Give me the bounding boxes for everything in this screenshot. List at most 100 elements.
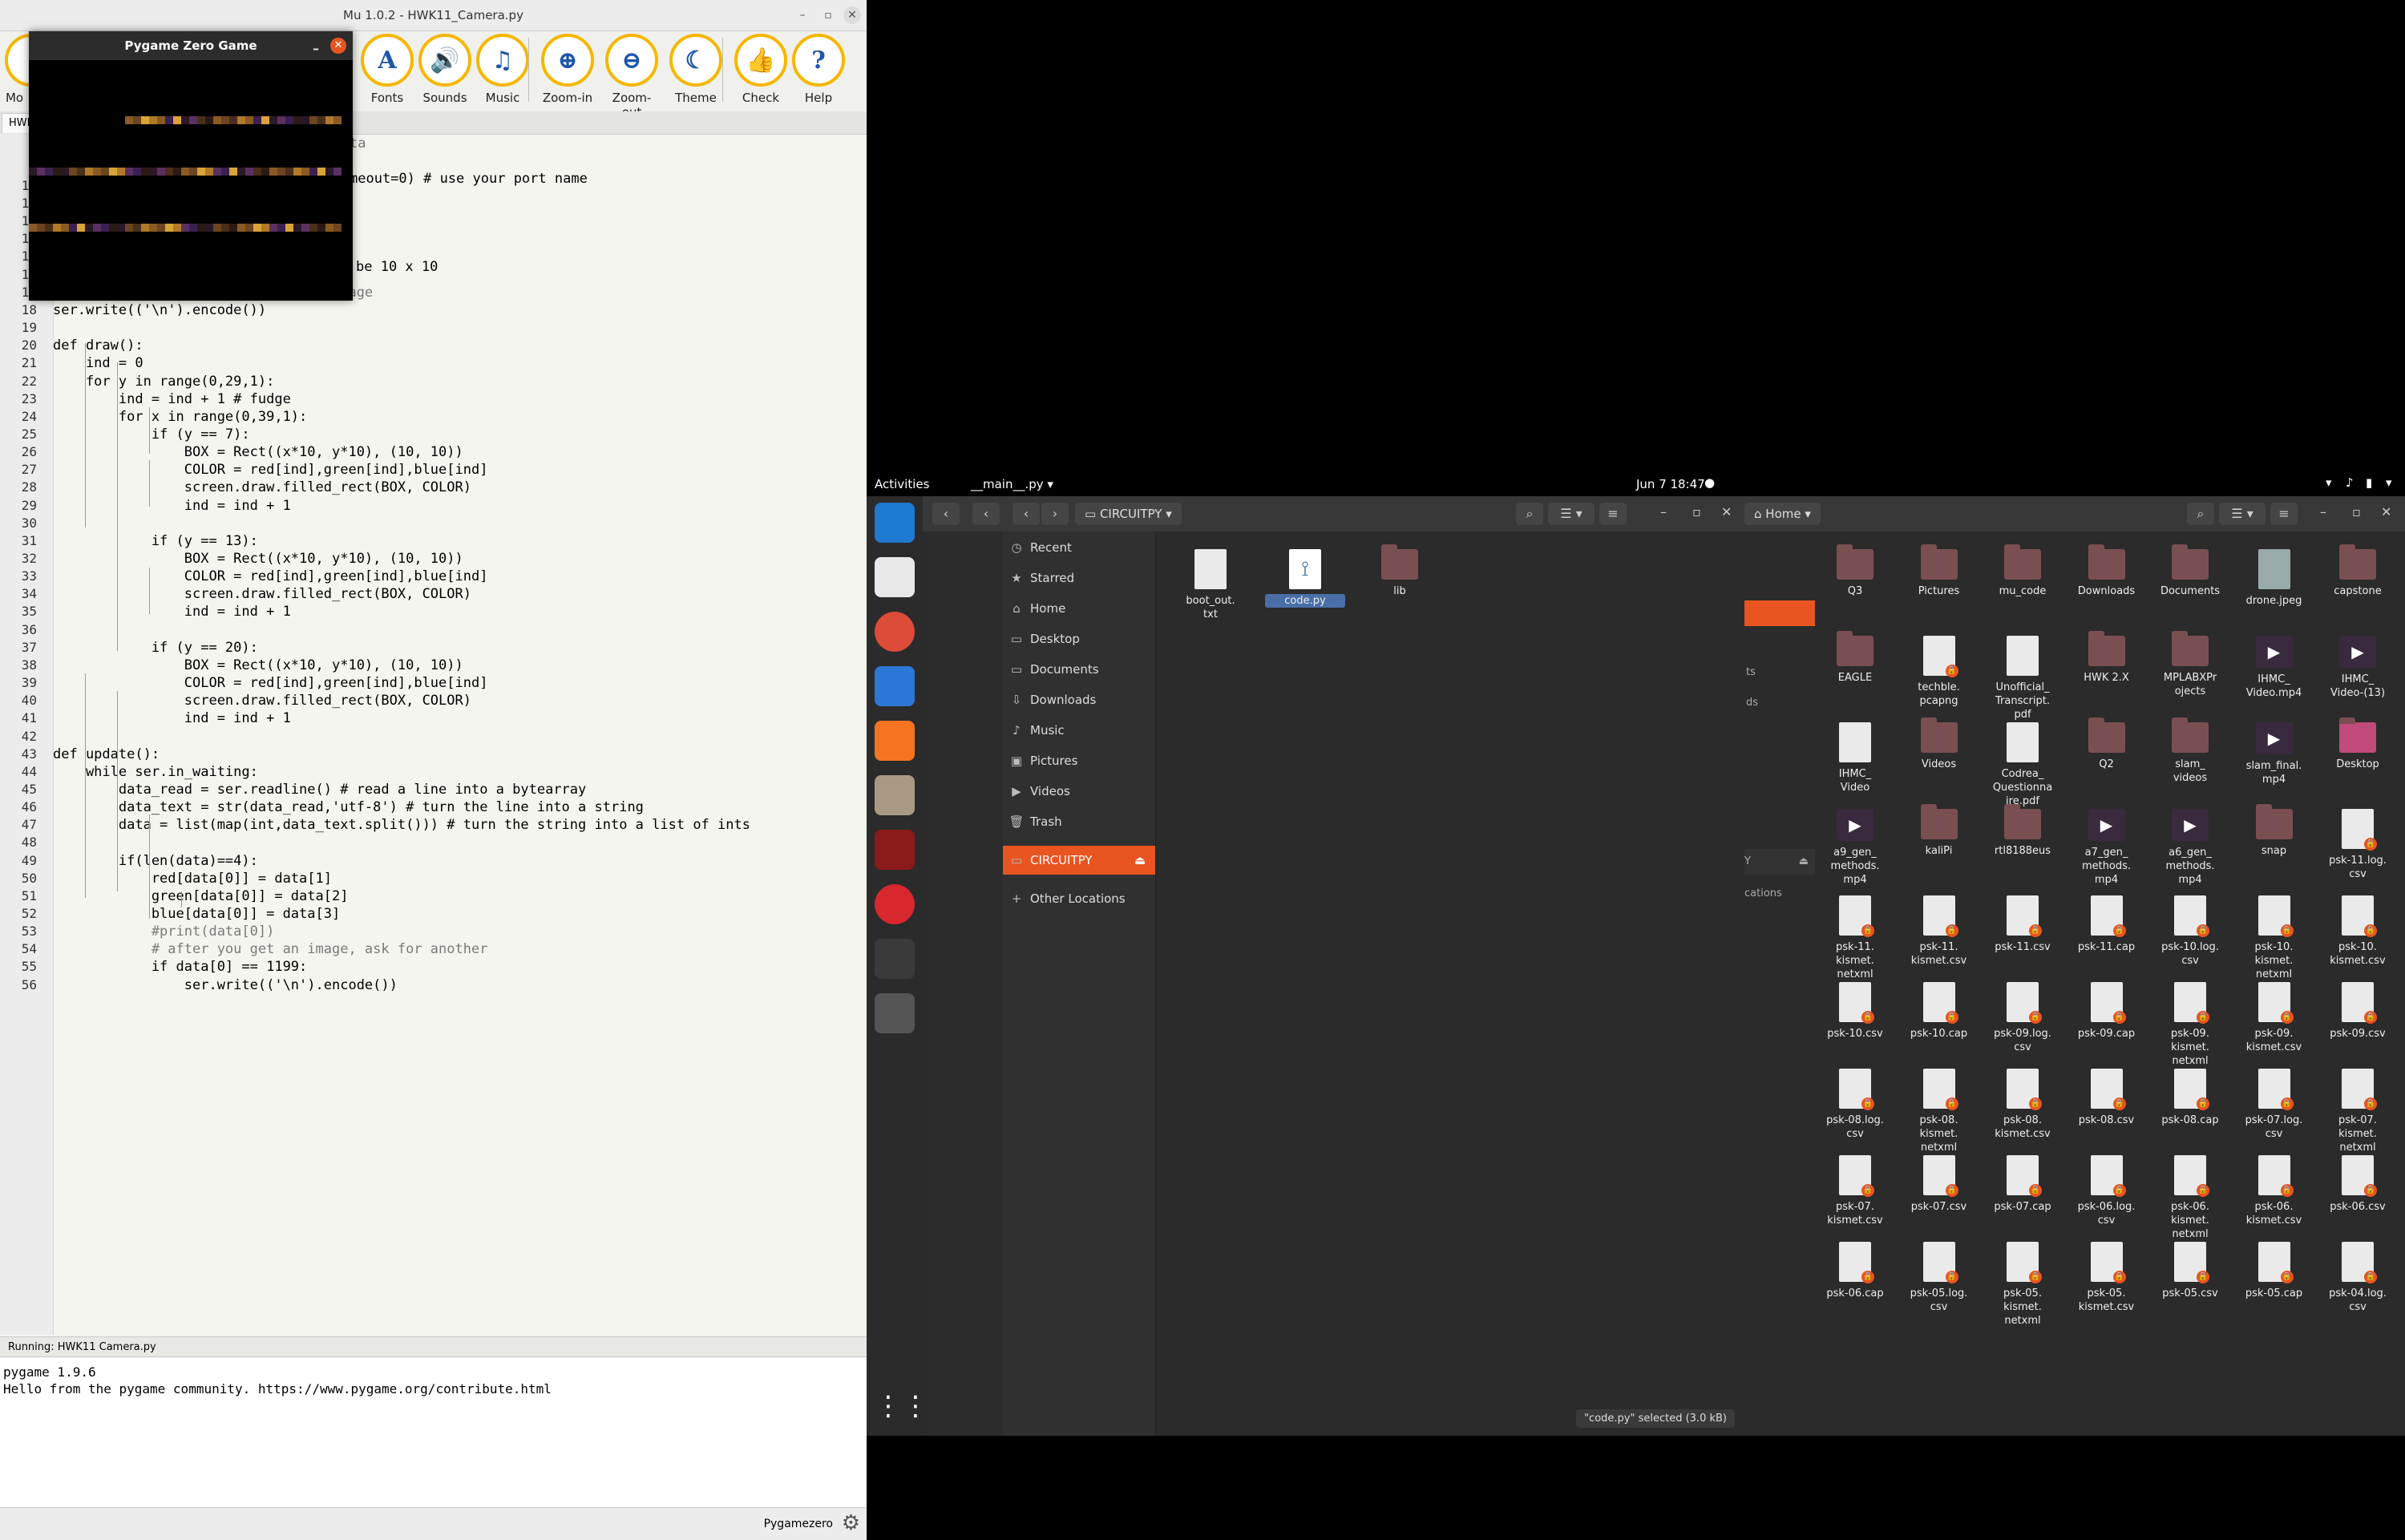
location-bar[interactable]: ⌂ Home ▾ <box>1744 503 1821 525</box>
sidebar-item-home[interactable]: ⌂ Home <box>1003 594 1155 623</box>
files-content[interactable]: Q3 Pictures mu_code Downloads Documents drone… <box>1815 532 2405 1436</box>
menu-icon[interactable]: ≡ <box>1599 503 1627 525</box>
file-item[interactable]: Videos <box>1899 717 1979 771</box>
file-item[interactable]: ▶ IHMC_ Video-(13) <box>2318 636 2398 700</box>
pygame-window[interactable]: Pygame Zero Game – ✕ <box>29 31 353 301</box>
sidebar-item-circuitpy[interactable]: ▭ CIRCUITPY ⏏ <box>1003 846 1155 875</box>
menu-icon[interactable]: ≡ <box>2270 503 2298 525</box>
volume-icon[interactable]: ♪ <box>2346 475 2354 490</box>
file-item[interactable]: ▶ slam_final. mp4 <box>2234 722 2314 786</box>
files-content[interactable]: boot_out. txt ⟟ code.py lib "code.py" selec… <box>1156 532 1744 1436</box>
file-item[interactable]: EAGLE <box>1815 631 1895 685</box>
location-bar[interactable]: ▭ CIRCUITPY ▾ <box>1075 503 1182 525</box>
usb-drive-icon[interactable] <box>875 993 915 1033</box>
app-icon[interactable] <box>875 884 915 924</box>
mode-button[interactable]: Mo <box>0 31 29 105</box>
file-item[interactable]: 🔒 psk-10.csv <box>1815 982 1895 1041</box>
software-center-icon[interactable] <box>875 721 915 761</box>
file-item[interactable]: boot_out. txt <box>1170 549 1251 621</box>
file-item[interactable]: 🔒 psk-05.csv <box>2150 1242 2230 1300</box>
terminal-icon[interactable] <box>875 830 915 870</box>
battery-icon[interactable]: ▮ <box>2366 475 2372 490</box>
gear-icon[interactable]: ⚙ <box>842 1511 860 1535</box>
zoom-out-button[interactable]: ⊖Zoom-out <box>603 31 661 119</box>
file-item[interactable]: 🔒 psk-08.log. csv <box>1815 1069 1895 1141</box>
file-item[interactable]: IHMC_ Video <box>1815 722 1895 794</box>
sidebar-item-pictures[interactable]: ▣ Pictures <box>1003 746 1155 775</box>
file-item[interactable]: Pictures <box>1899 544 1979 598</box>
wifi-icon[interactable]: ▾ <box>2326 475 2332 490</box>
file-item[interactable]: ▶ a6_gen_ methods. mp4 <box>2150 809 2230 887</box>
close-icon[interactable]: ✕ <box>330 38 346 54</box>
file-item[interactable]: 🔒 psk-09.cap <box>2067 982 2147 1041</box>
close-icon[interactable]: ✕ <box>2381 504 2391 519</box>
file-item[interactable]: Desktop <box>2318 717 2398 771</box>
file-item[interactable]: Codrea_ Questionna ire.pdf <box>1983 722 2063 808</box>
sidebar-item-videos[interactable]: ▶ Videos <box>1003 777 1155 806</box>
file-item[interactable]: 🔒 psk-08. kismet.csv <box>1983 1069 2063 1141</box>
file-item[interactable]: 🔒 psk-07.log. csv <box>2234 1069 2314 1141</box>
minimize-icon[interactable]: – <box>2320 504 2326 519</box>
file-item[interactable]: 🔒 psk-06.csv <box>2318 1155 2398 1214</box>
eject-icon[interactable]: ⏏ <box>1134 846 1146 875</box>
file-item[interactable]: ⟟ code.py <box>1265 549 1345 608</box>
files-icon[interactable] <box>875 775 915 815</box>
sidebar-item-starred[interactable]: ★ Starred <box>1003 564 1155 592</box>
file-item[interactable]: 🔒 psk-05.cap <box>2234 1242 2314 1300</box>
app-menu[interactable]: __main__.py ▾ <box>971 477 1053 491</box>
file-item[interactable]: mu_code <box>1983 544 2063 598</box>
file-item[interactable]: 🔒 psk-06.cap <box>1815 1242 1895 1300</box>
file-item[interactable]: 🔒 psk-08.cap <box>2150 1069 2230 1127</box>
sounds-button[interactable]: 🔊 Sounds <box>416 31 474 105</box>
minimize-icon[interactable]: – <box>794 6 811 24</box>
show-apps-icon[interactable]: ⋮⋮ <box>875 1386 929 1426</box>
file-item[interactable]: 🔒 psk-06.log. csv <box>2067 1155 2147 1227</box>
file-item[interactable]: Documents <box>2150 544 2230 598</box>
file-item[interactable]: kaliPi <box>1899 804 1979 858</box>
file-item[interactable]: 🔒 psk-09.log. csv <box>1983 982 2063 1054</box>
mode-status[interactable]: Pygamezero <box>764 1518 833 1530</box>
clock[interactable]: Jun 7 18:47 <box>1636 477 1705 491</box>
sidebar-item-downloads[interactable]: ⇩ Downloads <box>1003 685 1155 714</box>
file-item[interactable]: 🔒 psk-05.log. csv <box>1899 1242 1979 1314</box>
file-item[interactable]: Downloads <box>2067 544 2147 598</box>
view-toggle-button[interactable]: ☰ ▾ <box>1548 503 1595 525</box>
file-item[interactable]: 🔒 psk-06. kismet. netxml <box>2150 1155 2230 1241</box>
file-item[interactable]: ▶ IHMC_ Video.mp4 <box>2234 636 2314 700</box>
sidebar-item-desktop[interactable]: ▭ Desktop <box>1003 624 1155 653</box>
file-item[interactable]: 🔒 psk-10.cap <box>1899 982 1979 1041</box>
maximize-icon[interactable]: ▫ <box>819 6 837 24</box>
file-item[interactable]: capstone <box>2318 544 2398 598</box>
file-item[interactable]: snap <box>2234 804 2314 858</box>
minimize-icon[interactable]: – <box>313 34 319 63</box>
file-item[interactable]: 🔒 psk-11. kismet.csv <box>1899 895 1979 968</box>
sidebar-item-other-locations[interactable]: + Other Locations <box>1003 884 1155 913</box>
file-item[interactable]: slam_ videos <box>2150 717 2230 785</box>
file-item[interactable]: 🔒 psk-08.csv <box>2067 1069 2147 1127</box>
sidebar-item-recent[interactable]: ◷ Recent <box>1003 533 1155 562</box>
check-button[interactable]: 👍 Check <box>732 31 790 105</box>
file-item[interactable]: MPLABXPr ojects <box>2150 631 2230 698</box>
sidebar-item-documents[interactable]: ▭ Documents <box>1003 655 1155 684</box>
sidebar-item-trash[interactable]: 🗑 Trash <box>1003 807 1155 836</box>
close-icon[interactable]: ✕ <box>843 6 861 24</box>
file-item[interactable]: 🔒 psk-11. kismet. netxml <box>1815 895 1895 981</box>
vscode-icon[interactable] <box>875 503 915 543</box>
file-item[interactable]: 🔒 psk-11.csv <box>1983 895 2063 954</box>
file-item[interactable]: 🔒 psk-11.log. csv <box>2318 809 2398 881</box>
file-item[interactable]: Q2 <box>2067 717 2147 771</box>
fonts-button[interactable]: A Fonts <box>358 31 416 105</box>
view-toggle-button[interactable]: ☰ ▾ <box>2219 503 2266 525</box>
help-button[interactable]: ? Help <box>790 31 847 105</box>
file-item[interactable]: 🔒 psk-06. kismet.csv <box>2234 1155 2314 1227</box>
file-item[interactable]: 🔒 psk-10.log. csv <box>2150 895 2230 968</box>
file-item[interactable]: ▶ a7_gen_ methods. mp4 <box>2067 809 2147 887</box>
zoom-in-button[interactable]: ⊕ Zoom-in <box>539 31 596 105</box>
file-item[interactable]: 🔒 psk-05. kismet.csv <box>2067 1242 2147 1314</box>
activities-button[interactable]: Activities <box>875 477 929 491</box>
back-button[interactable]: ‹ <box>1013 503 1040 525</box>
file-item[interactable]: 🔒 psk-10. kismet.csv <box>2318 895 2398 968</box>
file-item[interactable]: 🔒 psk-10. kismet. netxml <box>2234 895 2314 981</box>
file-item[interactable]: rtl8188eus <box>1983 804 2063 858</box>
repl-console[interactable]: pygame 1.9.6 Hello from the pygame commu… <box>0 1358 867 1507</box>
